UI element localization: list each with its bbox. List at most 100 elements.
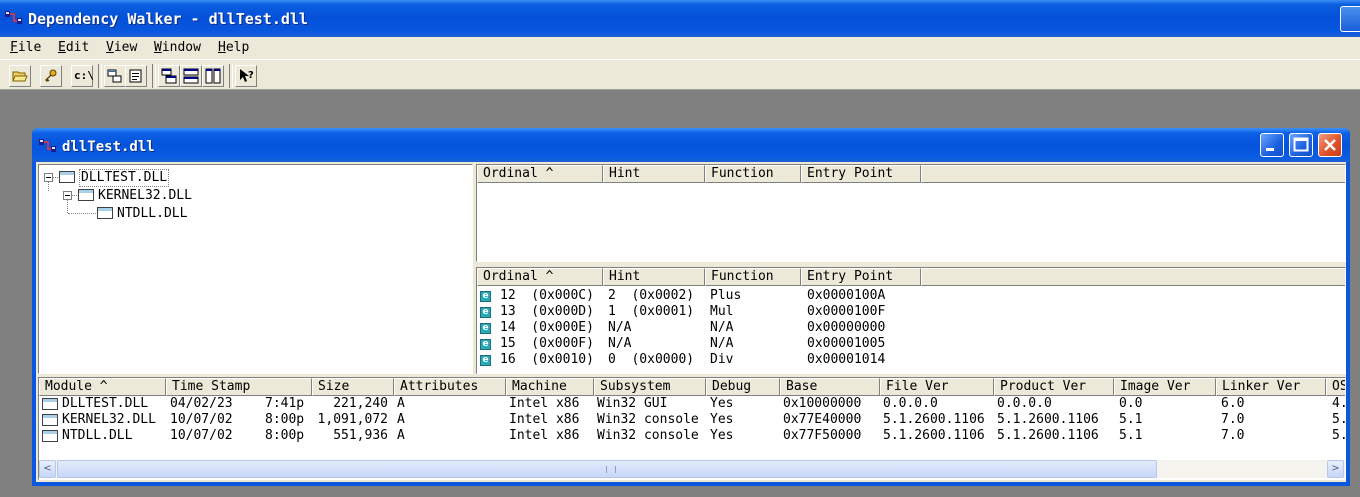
collapse-toggle[interactable] bbox=[63, 191, 72, 200]
tree-item-dlltest[interactable]: DLLTEST.DLL bbox=[79, 169, 170, 187]
menu-window[interactable]: Window bbox=[154, 40, 201, 55]
toolbar-separator bbox=[229, 64, 233, 88]
export-function-icon: e bbox=[480, 291, 491, 302]
scroll-thumb[interactable] bbox=[57, 460, 1157, 478]
toolbar-separator bbox=[152, 64, 156, 88]
module-list[interactable]: Module ^ Time Stamp Size Attributes Mach… bbox=[38, 377, 1346, 480]
menu-help[interactable]: Help bbox=[218, 40, 249, 55]
scroll-left-button[interactable]: < bbox=[39, 460, 56, 478]
tile-vertical-button[interactable] bbox=[202, 65, 224, 87]
column-header-ordinal[interactable]: Ordinal ^ bbox=[477, 268, 603, 286]
context-help-button[interactable]: ? bbox=[235, 65, 257, 87]
close-icon bbox=[1324, 139, 1336, 151]
menu-bar: File Edit View Window Help bbox=[0, 37, 1360, 59]
full-paths-button[interactable]: c:\ bbox=[71, 65, 94, 87]
menu-edit[interactable]: Edit bbox=[58, 40, 89, 55]
tree-item-ntdll[interactable]: NTDLL.DLL bbox=[117, 206, 187, 222]
scroll-grip-icon bbox=[606, 466, 616, 473]
column-header-debug[interactable]: Debug bbox=[706, 378, 780, 396]
toolbar-separator bbox=[98, 64, 102, 88]
child-client-area: DLLTEST.DLL KERNEL32.DLL NTDLL.DLL Ordin… bbox=[36, 162, 1346, 482]
collapse-toggle[interactable] bbox=[44, 173, 53, 182]
open-folder-icon bbox=[12, 71, 28, 82]
table-row[interactable]: e 12 (0x000C) 2 (0x0002) Plus 0x0000100A bbox=[477, 288, 1345, 304]
tree-item-kernel32[interactable]: KERNEL32.DLL bbox=[98, 188, 192, 204]
column-header-entry-point[interactable]: Entry Point bbox=[801, 268, 921, 286]
column-header-hint[interactable]: Hint bbox=[603, 165, 705, 183]
table-row[interactable]: DLLTEST.DLL 04/02/23 7:41p 221,240 A Int… bbox=[39, 396, 1345, 412]
horizontal-scrollbar[interactable]: < > bbox=[39, 460, 1345, 478]
column-header-module[interactable]: Module ^ bbox=[39, 378, 166, 396]
close-button[interactable] bbox=[1318, 133, 1342, 157]
module-icon bbox=[78, 189, 94, 201]
column-header-time-stamp[interactable]: Time Stamp bbox=[166, 378, 312, 396]
table-row[interactable]: e 15 (0x000F) N/A N/A 0x00001005 bbox=[477, 336, 1345, 352]
svg-text:?: ? bbox=[248, 70, 254, 81]
column-header-attributes[interactable]: Attributes bbox=[394, 378, 506, 396]
column-header-hint[interactable]: Hint bbox=[603, 268, 705, 286]
help-arrow-icon: ? bbox=[240, 69, 254, 82]
export-function-icon: e bbox=[480, 323, 491, 334]
child-title: dllTest.dll bbox=[62, 139, 155, 155]
cascade-button[interactable] bbox=[158, 65, 180, 87]
module-icon bbox=[42, 398, 58, 410]
export-function-icon: e bbox=[480, 339, 491, 350]
toolbar: c:\ ? bbox=[0, 59, 1360, 90]
column-header-filler bbox=[921, 165, 1345, 183]
column-header-ordinal[interactable]: Ordinal ^ bbox=[477, 165, 603, 183]
minimize-button[interactable] bbox=[1260, 133, 1284, 157]
table-row[interactable]: e 16 (0x0010) 0 (0x0000) Div 0x00001014 bbox=[477, 352, 1345, 368]
column-header-file-ver[interactable]: File Ver bbox=[880, 378, 994, 396]
module-icon bbox=[42, 414, 58, 426]
tile-horizontal-button[interactable] bbox=[180, 65, 202, 87]
column-header-os[interactable]: OS bbox=[1326, 378, 1345, 396]
menu-view[interactable]: View bbox=[106, 40, 137, 55]
dependency-walker-icon bbox=[39, 139, 56, 152]
column-header-machine[interactable]: Machine bbox=[506, 378, 594, 396]
table-row[interactable]: e 14 (0x000E) N/A N/A 0x00000000 bbox=[477, 320, 1345, 336]
properties-button[interactable] bbox=[125, 65, 147, 87]
column-header-linker-ver[interactable]: Linker Ver bbox=[1216, 378, 1326, 396]
minimize-icon bbox=[1266, 148, 1274, 151]
module-icon bbox=[42, 430, 58, 442]
module-tree[interactable]: DLLTEST.DLL KERNEL32.DLL NTDLL.DLL bbox=[38, 164, 473, 374]
tile-horizontal-icon bbox=[183, 68, 199, 84]
maximize-button[interactable] bbox=[1289, 133, 1313, 157]
app-title: Dependency Walker - dllTest.dll bbox=[28, 10, 308, 28]
menu-file[interactable]: File bbox=[10, 40, 41, 55]
app-maximize-button[interactable] bbox=[1340, 6, 1360, 32]
tile-vertical-icon bbox=[205, 68, 221, 84]
table-row[interactable]: NTDLL.DLL 10/07/02 8:00p 551,936 A Intel… bbox=[39, 428, 1345, 444]
modules-icon bbox=[107, 69, 122, 83]
properties-icon bbox=[129, 69, 142, 83]
scroll-right-button[interactable]: > bbox=[1327, 460, 1344, 478]
module-icon bbox=[59, 171, 75, 183]
column-header-function[interactable]: Function bbox=[705, 165, 801, 183]
key-icon bbox=[45, 69, 57, 82]
column-header-filler bbox=[921, 268, 1345, 286]
dependency-walker-icon bbox=[5, 11, 22, 24]
column-header-image-ver[interactable]: Image Ver bbox=[1114, 378, 1216, 396]
menu-file-rest: ile bbox=[17, 40, 42, 55]
column-header-subsystem[interactable]: Subsystem bbox=[594, 378, 706, 396]
export-function-icon: e bbox=[480, 307, 491, 318]
imports-list[interactable]: Ordinal ^ Hint Function Entry Point bbox=[476, 164, 1346, 262]
column-header-function[interactable]: Function bbox=[705, 268, 801, 286]
path-button-label: c:\ bbox=[74, 69, 94, 82]
open-button[interactable] bbox=[9, 65, 31, 87]
maximize-icon bbox=[1293, 137, 1309, 152]
column-header-entry-point[interactable]: Entry Point bbox=[801, 165, 921, 183]
export-function-icon: e bbox=[480, 355, 491, 366]
table-row[interactable]: KERNEL32.DLL 10/07/02 8:00p 1,091,072 A … bbox=[39, 412, 1345, 428]
save-button[interactable] bbox=[40, 65, 62, 87]
table-row[interactable]: e 13 (0x000D) 1 (0x0001) Mul 0x0000100F bbox=[477, 304, 1345, 320]
child-window: dllTest.dll DLLTEST.DLL KERNEL32.DLL NTD… bbox=[32, 128, 1350, 486]
column-header-size[interactable]: Size bbox=[312, 378, 394, 396]
configure-button[interactable] bbox=[104, 65, 126, 87]
module-icon bbox=[97, 207, 113, 219]
column-header-product-ver[interactable]: Product Ver bbox=[994, 378, 1114, 396]
app-titlebar[interactable]: Dependency Walker - dllTest.dll bbox=[0, 0, 1360, 37]
child-titlebar[interactable]: dllTest.dll bbox=[32, 128, 1350, 162]
column-header-base[interactable]: Base bbox=[780, 378, 880, 396]
exports-list[interactable]: Ordinal ^ Hint Function Entry Point e 12… bbox=[476, 267, 1346, 374]
